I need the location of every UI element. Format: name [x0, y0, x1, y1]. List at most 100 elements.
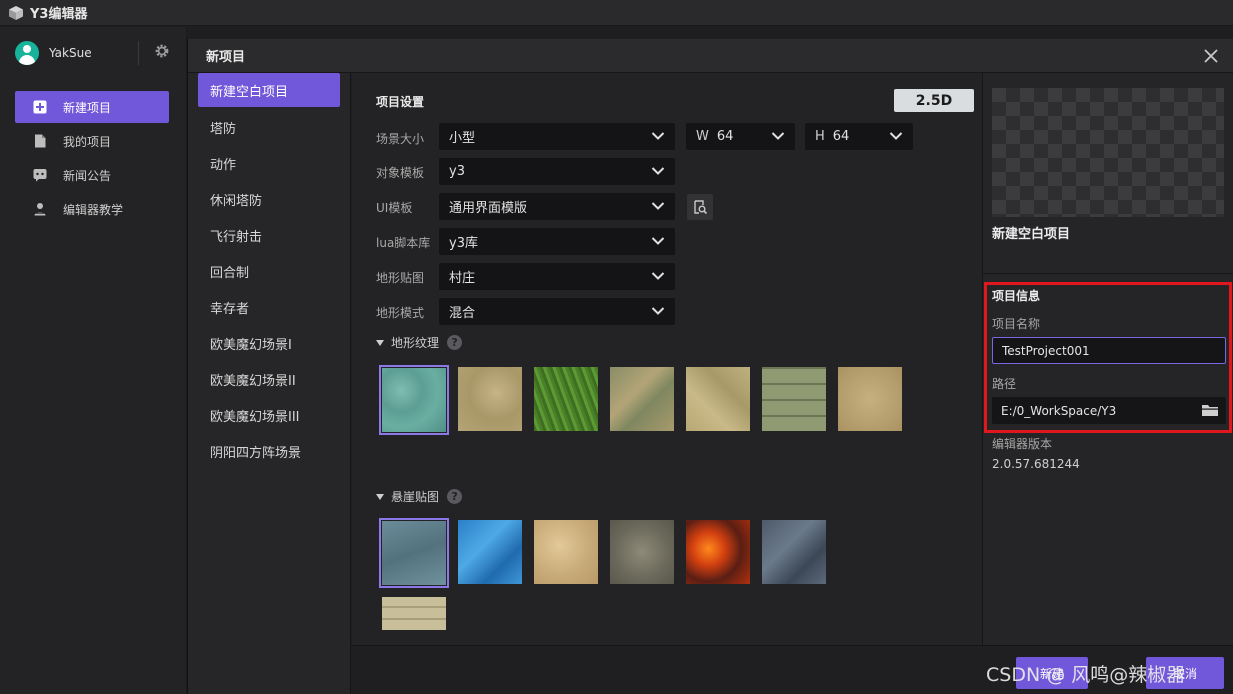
- sidebar-item-news[interactable]: 新闻公告: [15, 159, 169, 191]
- chevron-down-icon: [771, 132, 785, 140]
- terrain-texture-swatch[interactable]: [379, 365, 449, 435]
- sidebar-item-label: 新闻公告: [63, 168, 112, 183]
- select-value: 村庄: [449, 271, 476, 286]
- template-item[interactable]: 飞行射击: [198, 218, 340, 252]
- app-sidebar: YakSue 新建项目 我的项目 新闻公告 编辑器教学: [0, 27, 187, 694]
- template-preview-image: [992, 88, 1224, 217]
- ui-template-preview-button[interactable]: [687, 194, 713, 220]
- cube-icon: [9, 5, 23, 20]
- select-value: y3库: [449, 236, 478, 251]
- sidebar-item-new-project[interactable]: 新建项目: [15, 91, 169, 123]
- width-select[interactable]: W 64: [686, 123, 795, 150]
- chevron-down-icon: [651, 307, 665, 315]
- field-label-object-template: 对象模板: [376, 166, 425, 180]
- chevron-down-icon: [651, 132, 665, 140]
- select-value: y3: [449, 164, 465, 179]
- plus-square-icon: [33, 100, 47, 114]
- template-item[interactable]: 回合制: [198, 254, 340, 288]
- divider: [982, 273, 1233, 274]
- chevron-down-icon: [651, 202, 665, 210]
- field-label-terrain-mode: 地形模式: [376, 306, 425, 320]
- path-value: E:/0_WorkSpace/Y3: [1001, 403, 1117, 418]
- ui-template-select[interactable]: 通用界面模版: [439, 193, 675, 220]
- chevron-down-icon: [889, 132, 903, 140]
- lua-library-select[interactable]: y3库: [439, 228, 675, 255]
- cliff-texture-swatch[interactable]: [458, 520, 522, 584]
- cliff-texture-swatch[interactable]: [762, 520, 826, 584]
- path-label: 路径: [992, 377, 1017, 391]
- template-item[interactable]: 欧美魔幻场景I: [198, 326, 340, 360]
- sidebar-item-my-projects[interactable]: 我的项目: [15, 125, 169, 157]
- app-title: Y3编辑器: [30, 7, 88, 22]
- select-value: 小型: [449, 131, 476, 146]
- mode-badge[interactable]: 2.5D: [894, 89, 974, 112]
- scene-size-select[interactable]: 小型: [439, 123, 675, 150]
- field-label-terrain-texture: 地形贴图: [376, 271, 425, 285]
- help-icon[interactable]: ?: [447, 335, 463, 350]
- template-name: 新建空白项目: [992, 227, 1071, 242]
- help-icon[interactable]: ?: [447, 489, 463, 504]
- terrain-texture-swatch[interactable]: [610, 367, 674, 431]
- select-value: 通用界面模版: [449, 201, 528, 216]
- gear-icon[interactable]: [154, 43, 170, 59]
- template-item[interactable]: 塔防: [198, 110, 340, 144]
- caret-down-icon: [376, 493, 384, 500]
- dialog-header: 新项目: [188, 39, 1233, 73]
- chevron-down-icon: [651, 167, 665, 175]
- cliff-texture-swatch[interactable]: [686, 520, 750, 584]
- terrain-texture-swatch[interactable]: [686, 367, 750, 431]
- cliff-texture-swatch[interactable]: [534, 520, 598, 584]
- close-icon[interactable]: [1202, 47, 1220, 65]
- cliff-texture-group-toggle[interactable]: 悬崖贴图 ?: [376, 488, 463, 505]
- sidebar-item-label: 编辑器教学: [63, 202, 124, 217]
- preview-search-icon: [694, 200, 708, 215]
- field-label-ui-template: UI模板: [376, 201, 413, 215]
- file-icon: [35, 134, 46, 148]
- terrain-texture-swatch[interactable]: [534, 367, 598, 431]
- username: YakSue: [49, 46, 92, 60]
- project-name-label: 项目名称: [992, 317, 1041, 331]
- editor-version-value: 2.0.57.681244: [992, 457, 1080, 471]
- template-item[interactable]: 动作: [198, 146, 340, 180]
- user-row: YakSue: [0, 37, 187, 69]
- height-select[interactable]: H 64: [805, 123, 913, 150]
- select-value: 64: [716, 129, 734, 144]
- object-template-select[interactable]: y3: [439, 158, 675, 185]
- project-name-input[interactable]: [992, 337, 1226, 364]
- cliff-texture-swatch[interactable]: [382, 597, 446, 630]
- terrain-mode-select[interactable]: 混合: [439, 298, 675, 325]
- project-info-title: 项目信息: [992, 289, 1041, 303]
- terrain-texture-group-toggle[interactable]: 地形纹理 ?: [376, 334, 463, 351]
- terrain-texture-swatch[interactable]: [838, 367, 902, 431]
- folder-icon[interactable]: [1201, 402, 1219, 418]
- template-item[interactable]: 休闲塔防: [198, 182, 340, 216]
- height-prefix: H: [815, 129, 825, 144]
- template-list: 新建空白项目 塔防 动作 休闲塔防 飞行射击 回合制 幸存者 欧美魔幻场景I 欧…: [188, 73, 351, 694]
- divider: [138, 41, 139, 65]
- path-field[interactable]: E:/0_WorkSpace/Y3: [992, 397, 1226, 424]
- terrain-texture-swatch[interactable]: [458, 367, 522, 431]
- terrain-texture-select[interactable]: 村庄: [439, 263, 675, 290]
- title-bar: Y3编辑器: [0, 0, 1233, 26]
- caret-down-icon: [376, 339, 384, 346]
- chevron-down-icon: [651, 272, 665, 280]
- sidebar-item-label: 新建项目: [63, 100, 112, 115]
- sidebar-nav: 新建项目 我的项目 新闻公告 编辑器教学: [15, 91, 169, 227]
- field-label-scene-size: 场景大小: [376, 132, 425, 146]
- sidebar-item-tutorials[interactable]: 编辑器教学: [15, 193, 169, 225]
- cliff-texture-swatch[interactable]: [610, 520, 674, 584]
- sidebar-item-label: 我的项目: [63, 134, 112, 149]
- terrain-texture-swatch[interactable]: [762, 367, 826, 431]
- template-item[interactable]: 新建空白项目: [198, 73, 340, 107]
- field-label-lua-library: lua脚本库: [376, 236, 431, 250]
- template-item[interactable]: 幸存者: [198, 290, 340, 324]
- cliff-texture-swatch[interactable]: [379, 518, 449, 588]
- group-label: 悬崖贴图: [391, 490, 440, 504]
- watermark-text: CSDN @ 风鸣@辣椒器: [986, 664, 1186, 686]
- template-item[interactable]: 阴阳四方阵场景: [198, 434, 340, 468]
- template-item[interactable]: 欧美魔幻场景II: [198, 362, 340, 396]
- avatar[interactable]: [15, 41, 39, 65]
- template-item[interactable]: 欧美魔幻场景III: [198, 398, 340, 432]
- chevron-down-icon: [651, 237, 665, 245]
- select-value: 混合: [449, 306, 476, 321]
